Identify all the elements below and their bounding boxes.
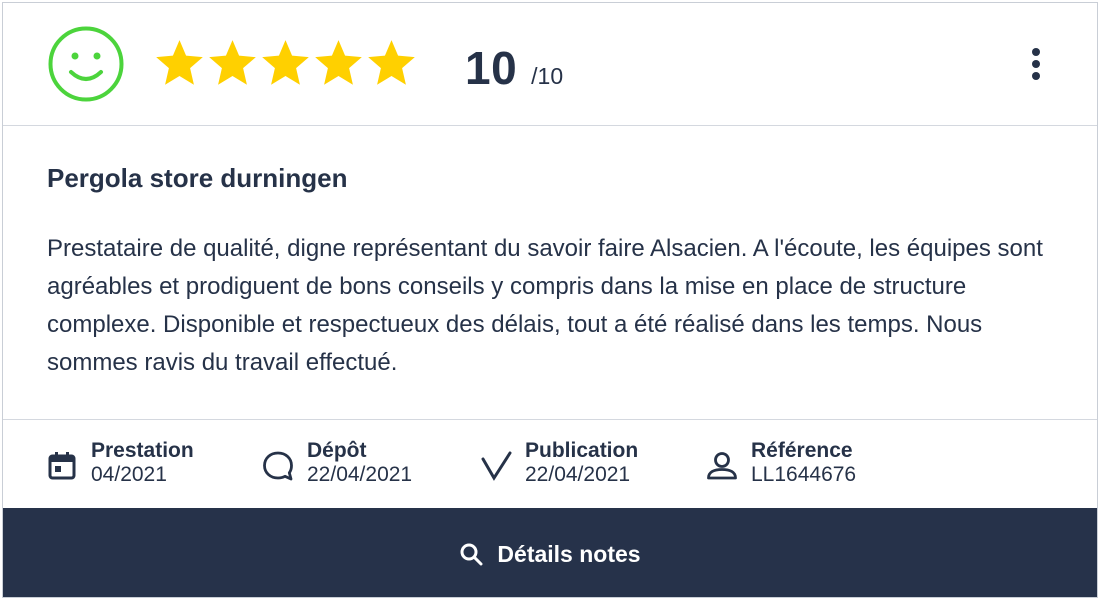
vertical-ellipsis-icon: [1032, 48, 1040, 56]
calendar-icon: [48, 452, 76, 480]
meta-label: Publication: [525, 439, 639, 462]
more-options-button[interactable]: [1021, 43, 1051, 85]
meta-value: LL1644676: [751, 463, 857, 486]
score-max: /10: [531, 63, 564, 89]
smiley-face-icon: [48, 26, 124, 102]
divider: [3, 125, 1097, 126]
details-notes-button[interactable]: Détails notes: [3, 508, 1097, 597]
checkmark-icon: [481, 451, 512, 481]
user-icon: [707, 452, 737, 480]
review-header: 10 /10: [3, 3, 1097, 125]
meta-value: 22/04/2021: [307, 463, 413, 486]
star-icon: [156, 40, 203, 85]
review-text: Prestataire de qualité, digne représenta…: [47, 235, 1043, 376]
divider: [3, 419, 1097, 420]
score: 10 /10: [465, 41, 563, 95]
vertical-ellipsis-icon-dot: [1032, 72, 1040, 80]
star-rating: [153, 37, 418, 90]
meta-value: 04/2021: [91, 463, 167, 486]
speech-bubble-icon: [263, 451, 293, 481]
star-icon: [315, 40, 362, 85]
star-icon: [368, 40, 415, 85]
meta-label: Référence: [751, 439, 853, 462]
meta-label: Dépôt: [307, 439, 367, 462]
vertical-ellipsis-icon-dot: [1032, 60, 1040, 68]
review-card: 10 /10 Pergola store durningen Prestatai…: [2, 2, 1098, 598]
details-notes-label: Détails notes: [497, 540, 641, 567]
score-value: 10: [465, 42, 518, 94]
review-title: Pergola store durningen: [47, 163, 348, 193]
meta-value: 22/04/2021: [525, 463, 631, 486]
meta-prestation: Prestation 04/2021: [45, 439, 194, 487]
star-icon: [209, 40, 256, 85]
meta-publication: Publication 22/04/2021: [479, 439, 638, 487]
search-icon: [460, 543, 483, 566]
meta-reference: Référence LL1644676: [705, 439, 856, 487]
meta-depot: Dépôt 22/04/2021: [261, 439, 412, 487]
meta-label: Prestation: [91, 439, 194, 462]
star-icon: [262, 40, 309, 85]
